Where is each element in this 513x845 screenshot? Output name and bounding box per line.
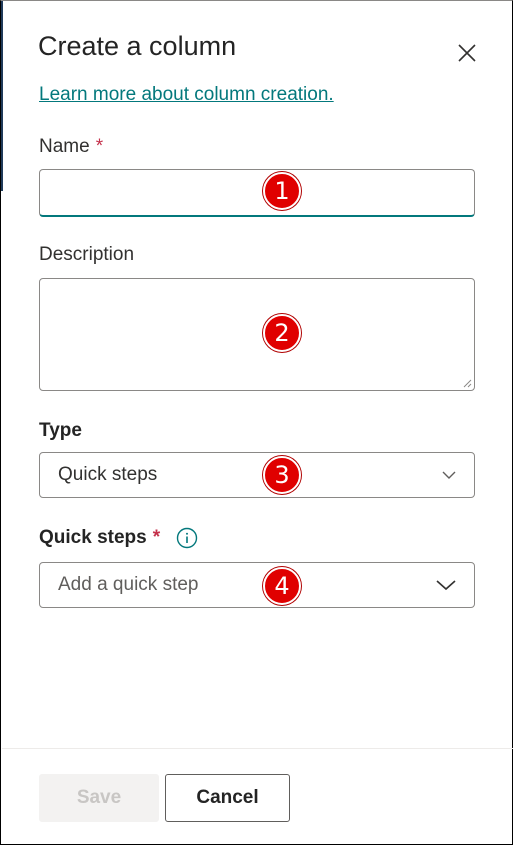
type-dropdown[interactable]: Quick steps <box>39 452 475 498</box>
save-button[interactable]: Save <box>39 774 159 822</box>
close-icon <box>458 44 476 62</box>
info-icon[interactable] <box>176 527 198 549</box>
panel-edge-accent <box>1 1 3 191</box>
quick-steps-label-text: Quick steps <box>39 527 147 548</box>
required-mark: * <box>152 527 161 548</box>
type-label: Type <box>39 420 82 441</box>
annotation-badge-2: 2 <box>263 314 301 352</box>
name-label-text: Name <box>39 136 90 157</box>
footer-divider <box>2 748 513 749</box>
quick-steps-label: Quick steps * <box>39 527 160 549</box>
chevron-down-icon <box>436 580 456 591</box>
name-label: Name * <box>39 136 103 158</box>
learn-more-link[interactable]: Learn more about column creation. <box>39 84 334 106</box>
type-selected-value: Quick steps <box>58 464 158 485</box>
panel-title: Create a column <box>38 31 237 61</box>
description-label: Description <box>39 244 135 265</box>
annotation-badge-1: 1 <box>263 172 301 210</box>
close-button[interactable] <box>453 39 481 67</box>
chevron-down-icon <box>442 471 456 479</box>
annotation-badge-4: 4 <box>263 567 301 605</box>
annotation-badge-3: 3 <box>263 456 301 494</box>
resize-handle-icon[interactable] <box>462 378 472 388</box>
description-textarea[interactable] <box>39 278 475 391</box>
required-mark: * <box>95 136 104 157</box>
quick-steps-placeholder: Add a quick step <box>58 574 199 595</box>
cancel-button[interactable]: Cancel <box>165 774 290 822</box>
name-input[interactable] <box>39 169 475 217</box>
quick-steps-dropdown[interactable]: Add a quick step <box>39 562 475 608</box>
create-column-panel: Create a column Learn more about column … <box>0 0 513 845</box>
